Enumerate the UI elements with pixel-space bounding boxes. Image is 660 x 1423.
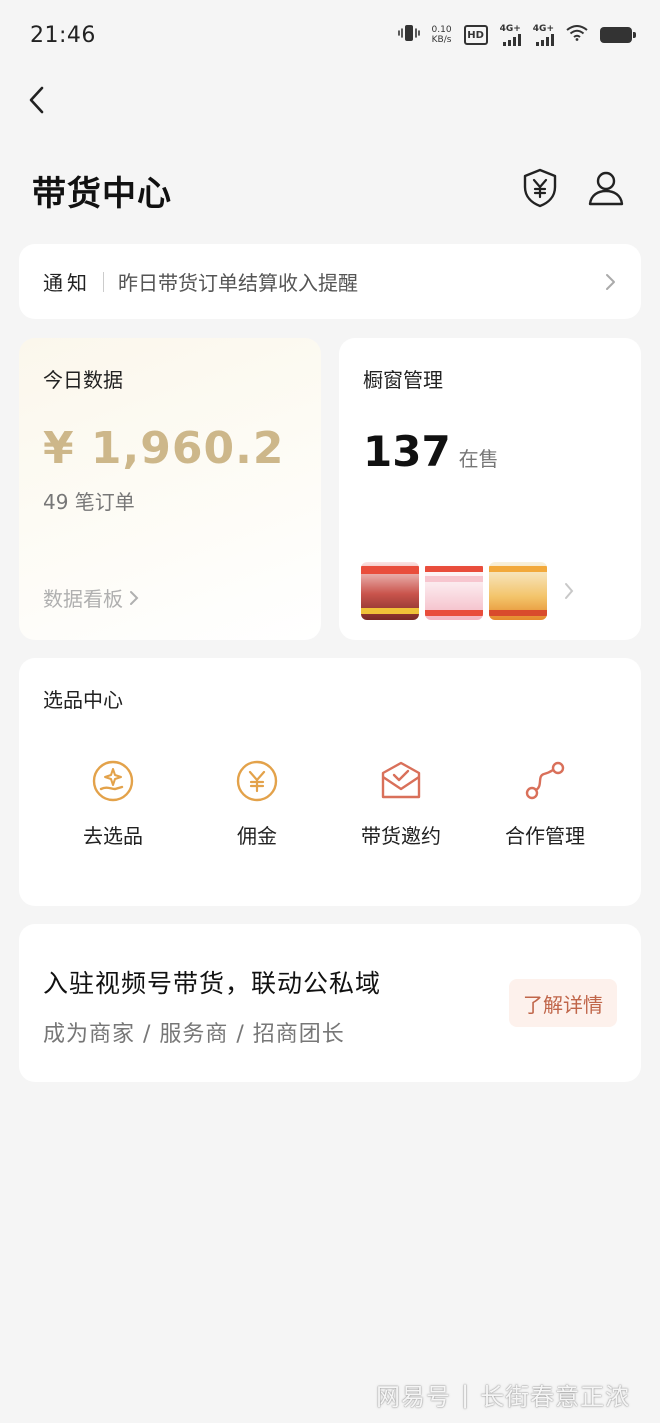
status-time: 21:46: [30, 22, 96, 48]
watermark-divider: |: [461, 1380, 471, 1409]
today-amount: ¥ 1,960.2: [43, 423, 285, 474]
product-thumbnails: [361, 562, 575, 620]
selection-grid: 去选品 佣金 带货邀约 合作管理: [19, 758, 641, 849]
cooperation-management-label: 合作管理: [505, 824, 585, 848]
select-products-button[interactable]: 去选品: [41, 758, 185, 849]
wifi-icon: [566, 25, 588, 45]
select-products-label: 去选品: [83, 824, 143, 848]
page-title: 带货中心: [32, 174, 172, 214]
sales-invitation-button[interactable]: 带货邀约: [329, 758, 473, 849]
watermark-author: 长街春意正浓: [480, 1383, 631, 1411]
yuan-coin-icon: [234, 758, 280, 804]
learn-more-button[interactable]: 了解详情: [509, 979, 617, 1027]
battery-icon: [600, 27, 636, 43]
promo-card: 入驻视频号带货，联动公私域 成为商家 / 服务商 / 招商团长 了解详情: [19, 924, 641, 1082]
today-data-card[interactable]: 今日数据 ¥ 1,960.2 49 笔订单 数据看板: [19, 338, 321, 640]
chevron-right-icon[interactable]: [563, 582, 575, 600]
showcase-card[interactable]: 橱窗管理 137 在售: [339, 338, 641, 640]
vibrate-icon: [397, 24, 420, 46]
notice-bar[interactable]: 通知 昨日带货订单结算收入提醒: [19, 244, 641, 319]
signal-icon-sim2: 4G+: [533, 24, 554, 46]
network-speed: 0.10 KB/s: [431, 25, 452, 45]
notice-text: 昨日带货订单结算收入提醒: [118, 271, 358, 295]
showcase-label: 橱窗管理: [363, 368, 443, 392]
envelope-check-icon: [378, 758, 424, 804]
user-icon: [588, 171, 624, 206]
signal-icon-sim1: 4G+: [500, 24, 521, 46]
notice-divider: [103, 271, 104, 292]
product-thumbnail[interactable]: [425, 562, 483, 620]
back-button[interactable]: [18, 80, 54, 120]
connection-icon: [522, 758, 568, 804]
selection-center-title: 选品中心: [43, 688, 123, 712]
product-thumbnail[interactable]: [489, 562, 547, 620]
commission-button[interactable]: 佣金: [185, 758, 329, 849]
cooperation-management-button[interactable]: 合作管理: [473, 758, 617, 849]
product-thumbnail[interactable]: [361, 562, 419, 620]
today-data-label: 今日数据: [43, 368, 123, 392]
chevron-right-icon: [606, 273, 615, 290]
shield-yuan-button[interactable]: [520, 168, 560, 208]
shield-yuan-icon: [523, 168, 557, 208]
today-orders: 49 笔订单: [43, 490, 135, 514]
showcase-count-number: 137: [363, 427, 451, 476]
commission-label: 佣金: [237, 824, 277, 848]
notice-tag: 通知: [43, 271, 91, 295]
chevron-left-icon: [29, 86, 44, 114]
watermark-source: 网易号: [376, 1383, 451, 1411]
profile-button[interactable]: [586, 168, 626, 208]
status-icons: 0.10 KB/s HD 4G+ 4G+: [397, 24, 636, 46]
showcase-count: 137 在售: [363, 427, 617, 476]
data-dashboard-link[interactable]: 数据看板: [43, 583, 139, 612]
chevron-right-icon: [130, 590, 139, 605]
selection-center-card: 选品中心 去选品 佣金 带货邀约 合作管理: [19, 658, 641, 906]
showcase-count-unit: 在售: [458, 447, 499, 471]
hand-sparkle-icon: [90, 758, 136, 804]
hd-icon: HD: [463, 25, 488, 45]
sales-invitation-label: 带货邀约: [361, 824, 441, 848]
watermark: 网易号 | 长街春意正浓: [376, 1377, 630, 1412]
data-dashboard-label: 数据看板: [43, 587, 123, 611]
status-bar: 21:46 0.10 KB/s HD 4G+ 4G+: [0, 0, 660, 70]
